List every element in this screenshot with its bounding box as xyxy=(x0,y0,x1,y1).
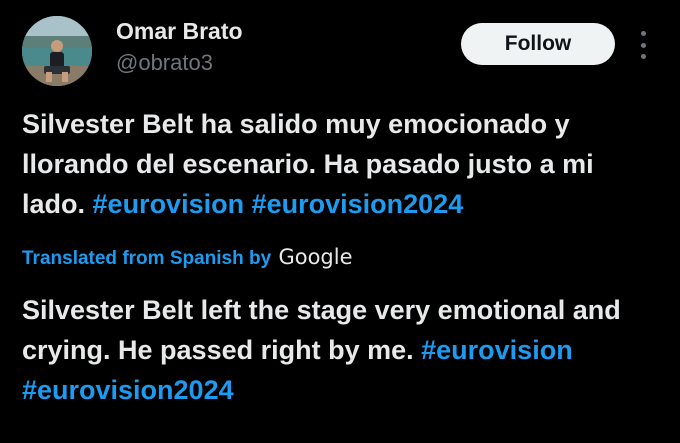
avatar-photo xyxy=(22,16,92,86)
display-name[interactable]: Omar Brato xyxy=(116,17,243,45)
tweet-card: Omar Brato @obrato3 Follow Silvester Bel… xyxy=(0,0,680,443)
more-dot xyxy=(640,31,646,36)
hashtag-link[interactable]: #eurovision2024 xyxy=(22,375,234,405)
hashtag-link[interactable]: #eurovision xyxy=(421,335,573,365)
follow-button[interactable]: Follow xyxy=(461,23,615,65)
hashtag-link[interactable]: #eurovision2024 xyxy=(252,189,464,219)
more-dot xyxy=(640,54,646,59)
user-handle[interactable]: @obrato3 xyxy=(116,50,213,76)
avatar[interactable] xyxy=(22,16,92,86)
google-logo: Google xyxy=(278,245,353,269)
more-vertical-icon[interactable] xyxy=(636,31,650,59)
tweet-text-translated: Silvester Belt left the stage very emoti… xyxy=(22,290,662,410)
tweet-text-original: Silvester Belt ha salido muy emocionado … xyxy=(22,104,662,224)
hashtag-link[interactable]: #eurovision xyxy=(93,189,245,219)
translation-attribution: Translated from Spanish by Google xyxy=(22,244,353,272)
translated-label[interactable]: Translated from Spanish by xyxy=(22,248,271,269)
more-dot xyxy=(640,42,646,48)
